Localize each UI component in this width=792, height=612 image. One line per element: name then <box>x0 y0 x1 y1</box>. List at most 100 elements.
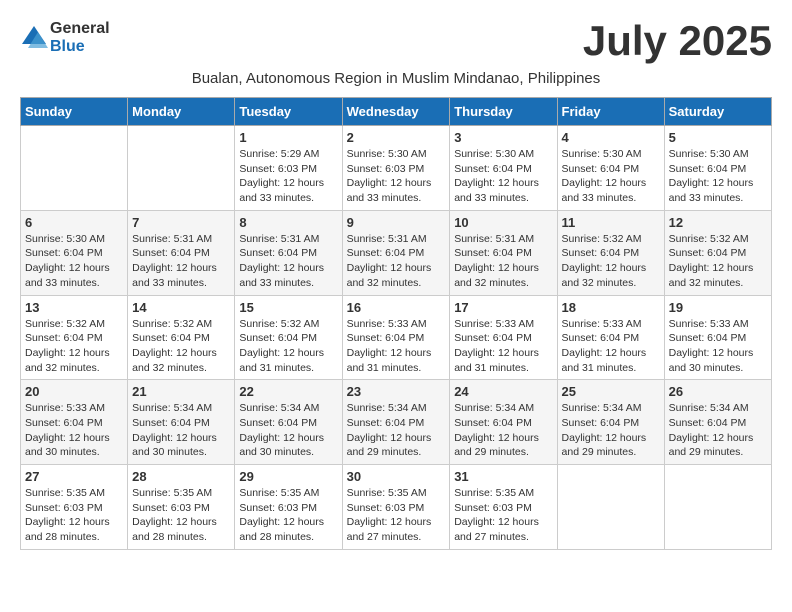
day-info: Sunrise: 5:32 AMSunset: 6:04 PMDaylight:… <box>669 232 767 291</box>
day-number: 18 <box>562 300 660 315</box>
calendar-cell: 18 Sunrise: 5:33 AMSunset: 6:04 PMDayligh… <box>557 295 664 380</box>
day-number: 1 <box>239 130 337 145</box>
month-year: July 2025 <box>583 20 772 62</box>
day-info: Sunrise: 5:32 AMSunset: 6:04 PMDaylight:… <box>132 317 230 376</box>
day-number: 25 <box>562 384 660 399</box>
day-info: Sunrise: 5:32 AMSunset: 6:04 PMDaylight:… <box>239 317 337 376</box>
calendar-cell: 27 Sunrise: 5:35 AMSunset: 6:03 PMDayligh… <box>21 465 128 550</box>
day-info: Sunrise: 5:33 AMSunset: 6:04 PMDaylight:… <box>454 317 552 376</box>
day-number: 17 <box>454 300 552 315</box>
calendar-cell: 25 Sunrise: 5:34 AMSunset: 6:04 PMDayligh… <box>557 380 664 465</box>
calendar-header-row: SundayMondayTuesdayWednesdayThursdayFrid… <box>21 98 772 126</box>
day-info: Sunrise: 5:35 AMSunset: 6:03 PMDaylight:… <box>347 486 446 545</box>
day-info: Sunrise: 5:34 AMSunset: 6:04 PMDaylight:… <box>454 401 552 460</box>
calendar-cell: 23 Sunrise: 5:34 AMSunset: 6:04 PMDayligh… <box>342 380 450 465</box>
calendar-cell: 4 Sunrise: 5:30 AMSunset: 6:04 PMDaylight… <box>557 126 664 211</box>
logo-icon <box>20 24 48 52</box>
day-number: 10 <box>454 215 552 230</box>
calendar-cell: 15 Sunrise: 5:32 AMSunset: 6:04 PMDayligh… <box>235 295 342 380</box>
day-number: 27 <box>25 469 123 484</box>
day-info: Sunrise: 5:31 AMSunset: 6:04 PMDaylight:… <box>347 232 446 291</box>
day-info: Sunrise: 5:29 AMSunset: 6:03 PMDaylight:… <box>239 147 337 206</box>
calendar-cell <box>128 126 235 211</box>
day-number: 2 <box>347 130 446 145</box>
calendar-cell: 31 Sunrise: 5:35 AMSunset: 6:03 PMDayligh… <box>450 465 557 550</box>
day-info: Sunrise: 5:32 AMSunset: 6:04 PMDaylight:… <box>562 232 660 291</box>
calendar-cell: 1 Sunrise: 5:29 AMSunset: 6:03 PMDaylight… <box>235 126 342 211</box>
day-info: Sunrise: 5:35 AMSunset: 6:03 PMDaylight:… <box>454 486 552 545</box>
day-number: 8 <box>239 215 337 230</box>
day-number: 16 <box>347 300 446 315</box>
calendar-week-row: 6 Sunrise: 5:30 AMSunset: 6:04 PMDaylight… <box>21 210 772 295</box>
weekday-header-friday: Friday <box>557 98 664 126</box>
calendar-cell: 26Sunrise: 5:34 AMSunset: 6:04 PMDayligh… <box>664 380 771 465</box>
day-number: 20 <box>25 384 123 399</box>
day-number: 12 <box>669 215 767 230</box>
calendar-week-row: 20 Sunrise: 5:33 AMSunset: 6:04 PMDayligh… <box>21 380 772 465</box>
day-info: Sunrise: 5:30 AMSunset: 6:04 PMDaylight:… <box>562 147 660 206</box>
calendar-week-row: 1 Sunrise: 5:29 AMSunset: 6:03 PMDaylight… <box>21 126 772 211</box>
calendar-cell <box>21 126 128 211</box>
day-number: 14 <box>132 300 230 315</box>
calendar-cell: 9 Sunrise: 5:31 AMSunset: 6:04 PMDaylight… <box>342 210 450 295</box>
calendar-week-row: 13Sunrise: 5:32 AMSunset: 6:04 PMDayligh… <box>21 295 772 380</box>
day-info: Sunrise: 5:34 AMSunset: 6:04 PMDaylight:… <box>669 401 767 460</box>
day-number: 15 <box>239 300 337 315</box>
day-info: Sunrise: 5:33 AMSunset: 6:04 PMDaylight:… <box>562 317 660 376</box>
calendar-cell: 2Sunrise: 5:30 AMSunset: 6:03 PMDaylight… <box>342 126 450 211</box>
day-info: Sunrise: 5:35 AMSunset: 6:03 PMDaylight:… <box>132 486 230 545</box>
logo: General Blue <box>20 20 110 56</box>
day-number: 31 <box>454 469 552 484</box>
calendar-cell: 14 Sunrise: 5:32 AMSunset: 6:04 PMDayligh… <box>128 295 235 380</box>
day-info: Sunrise: 5:33 AMSunset: 6:04 PMDaylight:… <box>25 401 123 460</box>
logo-general: General <box>50 20 110 37</box>
calendar-cell: 30 Sunrise: 5:35 AMSunset: 6:03 PMDayligh… <box>342 465 450 550</box>
subtitle: Bualan, Autonomous Region in Muslim Mind… <box>20 70 772 87</box>
calendar-cell: 8 Sunrise: 5:31 AMSunset: 6:04 PMDaylight… <box>235 210 342 295</box>
calendar-cell: 10 Sunrise: 5:31 AMSunset: 6:04 PMDayligh… <box>450 210 557 295</box>
day-number: 4 <box>562 130 660 145</box>
calendar-cell: 22Sunrise: 5:34 AMSunset: 6:04 PMDayligh… <box>235 380 342 465</box>
calendar-cell: 6 Sunrise: 5:30 AMSunset: 6:04 PMDaylight… <box>21 210 128 295</box>
day-number: 3 <box>454 130 552 145</box>
weekday-header-saturday: Saturday <box>664 98 771 126</box>
day-number: 30 <box>347 469 446 484</box>
day-number: 11 <box>562 215 660 230</box>
day-info: Sunrise: 5:31 AMSunset: 6:04 PMDaylight:… <box>454 232 552 291</box>
weekday-header-sunday: Sunday <box>21 98 128 126</box>
weekday-header-thursday: Thursday <box>450 98 557 126</box>
day-number: 9 <box>347 215 446 230</box>
day-info: Sunrise: 5:35 AMSunset: 6:03 PMDaylight:… <box>25 486 123 545</box>
weekday-header-tuesday: Tuesday <box>235 98 342 126</box>
day-info: Sunrise: 5:30 AMSunset: 6:04 PMDaylight:… <box>25 232 123 291</box>
day-info: Sunrise: 5:33 AMSunset: 6:04 PMDaylight:… <box>669 317 767 376</box>
day-info: Sunrise: 5:32 AMSunset: 6:04 PMDaylight:… <box>25 317 123 376</box>
calendar-week-row: 27 Sunrise: 5:35 AMSunset: 6:03 PMDayligh… <box>21 465 772 550</box>
calendar-cell: 12 Sunrise: 5:32 AMSunset: 6:04 PMDayligh… <box>664 210 771 295</box>
day-number: 7 <box>132 215 230 230</box>
calendar-cell: 17 Sunrise: 5:33 AMSunset: 6:04 PMDayligh… <box>450 295 557 380</box>
day-number: 6 <box>25 215 123 230</box>
calendar-cell: 19Sunrise: 5:33 AMSunset: 6:04 PMDayligh… <box>664 295 771 380</box>
calendar-cell <box>664 465 771 550</box>
day-number: 5 <box>669 130 767 145</box>
day-number: 21 <box>132 384 230 399</box>
calendar-cell: 7Sunrise: 5:31 AMSunset: 6:04 PMDaylight… <box>128 210 235 295</box>
calendar-cell: 20 Sunrise: 5:33 AMSunset: 6:04 PMDayligh… <box>21 380 128 465</box>
day-info: Sunrise: 5:30 AMSunset: 6:04 PMDaylight:… <box>669 147 767 206</box>
weekday-header-monday: Monday <box>128 98 235 126</box>
day-number: 24 <box>454 384 552 399</box>
day-number: 28 <box>132 469 230 484</box>
day-info: Sunrise: 5:34 AMSunset: 6:04 PMDaylight:… <box>562 401 660 460</box>
day-info: Sunrise: 5:35 AMSunset: 6:03 PMDaylight:… <box>239 486 337 545</box>
day-info: Sunrise: 5:34 AMSunset: 6:04 PMDaylight:… <box>347 401 446 460</box>
day-number: 23 <box>347 384 446 399</box>
calendar-cell: 5 Sunrise: 5:30 AMSunset: 6:04 PMDaylight… <box>664 126 771 211</box>
calendar-cell: 11 Sunrise: 5:32 AMSunset: 6:04 PMDayligh… <box>557 210 664 295</box>
calendar-table: SundayMondayTuesdayWednesdayThursdayFrid… <box>20 97 772 550</box>
day-number: 29 <box>239 469 337 484</box>
day-info: Sunrise: 5:34 AMSunset: 6:04 PMDaylight:… <box>239 401 337 460</box>
calendar-cell: 29 Sunrise: 5:35 AMSunset: 6:03 PMDayligh… <box>235 465 342 550</box>
weekday-header-wednesday: Wednesday <box>342 98 450 126</box>
day-info: Sunrise: 5:31 AMSunset: 6:04 PMDaylight:… <box>239 232 337 291</box>
